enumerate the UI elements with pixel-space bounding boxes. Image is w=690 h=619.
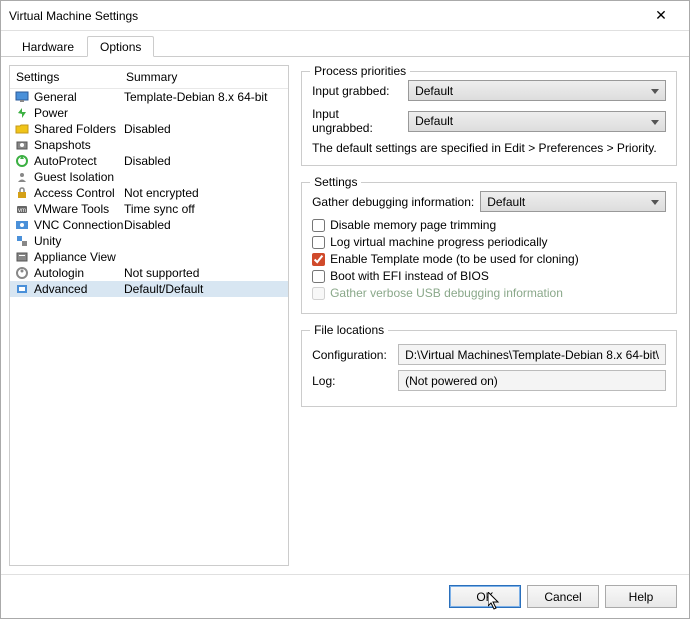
list-item-label: VMware Tools [34, 202, 124, 216]
advanced-icon [14, 282, 30, 296]
list-item-vmware-tools[interactable]: vm VMware ToolsTime sync off [10, 201, 288, 217]
dialog-body: Settings Summary GeneralTemplate-Debian … [1, 57, 689, 574]
list-item-label: Snapshots [34, 138, 124, 152]
autoprotect-icon [14, 154, 30, 168]
chk-boot-efi[interactable]: Boot with EFI instead of BIOS [312, 269, 666, 283]
input-ungrabbed-label: Input ungrabbed: [312, 107, 402, 135]
list-item-summary: Disabled [124, 154, 284, 168]
chk-log-progress-box[interactable] [312, 236, 325, 249]
list-item-shared-folders[interactable]: Shared FoldersDisabled [10, 121, 288, 137]
chk-log-progress[interactable]: Log virtual machine progress periodicall… [312, 235, 666, 249]
tab-hardware[interactable]: Hardware [9, 36, 87, 57]
chk-template-mode-box[interactable] [312, 253, 325, 266]
power-icon [14, 106, 30, 120]
lock-icon [14, 186, 30, 200]
chk-template-mode[interactable]: Enable Template mode (to be used for clo… [312, 252, 666, 266]
list-item-label: General [34, 90, 124, 104]
vnc-icon [14, 218, 30, 232]
list-item-label: Access Control [34, 186, 124, 200]
chk-usb-verbose-box [312, 287, 325, 300]
gather-select[interactable]: Default [480, 191, 666, 212]
list-item-summary: Disabled [124, 218, 284, 232]
right-panel: Process priorities Input grabbed: Defaul… [297, 65, 681, 566]
config-label: Configuration: [312, 348, 392, 362]
list-item-general[interactable]: GeneralTemplate-Debian 8.x 64-bit [10, 89, 288, 105]
group-file-locations: File locations Configuration: D:\Virtual… [301, 330, 677, 407]
gather-label: Gather debugging information: [312, 195, 474, 209]
settings-list[interactable]: GeneralTemplate-Debian 8.x 64-bitPowerSh… [10, 89, 288, 565]
footer: OK Cancel Help [1, 574, 689, 618]
help-button[interactable]: Help [605, 585, 677, 608]
cancel-button[interactable]: Cancel [527, 585, 599, 608]
list-item-label: Advanced [34, 282, 124, 296]
guest-icon [14, 170, 30, 184]
chk-usb-verbose: Gather verbose USB debugging information [312, 286, 666, 300]
window-title: Virtual Machine Settings [9, 9, 641, 23]
list-item-advanced[interactable]: AdvancedDefault/Default [10, 281, 288, 297]
col-settings: Settings [16, 70, 126, 84]
list-item-access-control[interactable]: Access ControlNot encrypted [10, 185, 288, 201]
list-item-label: Power [34, 106, 124, 120]
group-title-settings: Settings [310, 175, 361, 189]
tab-strip: Hardware Options [1, 31, 689, 57]
folder-icon [14, 122, 30, 136]
list-item-autologin[interactable]: AutologinNot supported [10, 265, 288, 281]
list-item-summary: Disabled [124, 122, 284, 136]
autologin-icon [14, 266, 30, 280]
close-icon[interactable]: ✕ [641, 7, 681, 24]
titlebar: Virtual Machine Settings ✕ [1, 1, 689, 31]
list-item-appliance-view[interactable]: Appliance View [10, 249, 288, 265]
list-item-summary: Not encrypted [124, 186, 284, 200]
list-item-label: Appliance View [34, 250, 124, 264]
ok-button[interactable]: OK [449, 585, 521, 608]
list-header: Settings Summary [10, 66, 288, 89]
list-item-label: AutoProtect [34, 154, 124, 168]
group-title-process: Process priorities [310, 64, 410, 78]
list-item-unity[interactable]: Unity [10, 233, 288, 249]
list-item-label: Guest Isolation [34, 170, 124, 184]
list-item-vnc-connections[interactable]: VNC ConnectionsDisabled [10, 217, 288, 233]
list-item-snapshots[interactable]: Snapshots [10, 137, 288, 153]
list-item-label: Shared Folders [34, 122, 124, 136]
list-item-summary: Not supported [124, 266, 284, 280]
input-grabbed-select[interactable]: Default [408, 80, 666, 101]
vm-settings-window: Virtual Machine Settings ✕ Hardware Opti… [0, 0, 690, 619]
chk-boot-efi-box[interactable] [312, 270, 325, 283]
input-grabbed-label: Input grabbed: [312, 84, 402, 98]
unity-icon [14, 234, 30, 248]
snapshot-icon [14, 138, 30, 152]
list-item-summary: Time sync off [124, 202, 284, 216]
list-item-summary: Default/Default [124, 282, 284, 296]
list-item-label: Unity [34, 234, 124, 248]
config-value: D:\Virtual Machines\Template-Debian 8.x … [398, 344, 666, 365]
group-title-file: File locations [310, 323, 388, 337]
list-item-summary: Template-Debian 8.x 64-bit [124, 90, 284, 104]
list-item-autoprotect[interactable]: AutoProtectDisabled [10, 153, 288, 169]
group-process-priorities: Process priorities Input grabbed: Defaul… [301, 71, 677, 166]
list-item-label: Autologin [34, 266, 124, 280]
monitor-icon [14, 90, 30, 104]
chk-disable-trim-box[interactable] [312, 219, 325, 232]
tab-options[interactable]: Options [87, 36, 154, 57]
list-item-power[interactable]: Power [10, 105, 288, 121]
settings-list-panel: Settings Summary GeneralTemplate-Debian … [9, 65, 289, 566]
list-item-guest-isolation[interactable]: Guest Isolation [10, 169, 288, 185]
group-settings: Settings Gather debugging information: D… [301, 182, 677, 314]
list-item-label: VNC Connections [34, 218, 124, 232]
input-ungrabbed-select[interactable]: Default [408, 111, 666, 132]
appliance-icon [14, 250, 30, 264]
col-summary: Summary [126, 70, 282, 84]
chk-disable-trim[interactable]: Disable memory page trimming [312, 218, 666, 232]
log-value: (Not powered on) [398, 370, 666, 391]
process-note: The default settings are specified in Ed… [312, 141, 666, 155]
vmtools-icon: vm [14, 202, 30, 216]
svg-text:vm: vm [18, 208, 26, 214]
log-label: Log: [312, 374, 392, 388]
